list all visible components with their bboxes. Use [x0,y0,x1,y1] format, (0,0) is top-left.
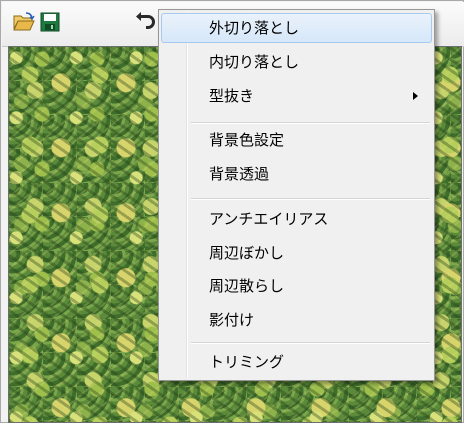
menu-item-label: 影付け [209,311,255,329]
menu-item-label: トリミング [209,353,285,371]
menu-item-trimming[interactable]: トリミング [161,347,432,377]
context-menu: 外切り落とし 内切り落とし 型抜き 背景色設定 背景透過 アンチエイリアス 周辺… [158,9,435,381]
menu-item-edge-scatter[interactable]: 周辺散らし [161,271,432,301]
menu-item-label: 型抜き [209,87,255,105]
menu-item-antialias[interactable]: アンチエイリアス [161,204,432,234]
menu-item-label: 周辺散らし [209,277,285,295]
undo-icon [136,12,155,29]
menu-item-outer-cut[interactable]: 外切り落とし [161,13,432,43]
menu-item-shape-cut[interactable]: 型抜き [161,81,432,111]
menu-item-drop-shadow[interactable]: 影付け [161,305,432,335]
menu-item-label: 背景色設定 [209,131,285,149]
menu-item-edge-blur[interactable]: 周辺ぼかし [161,238,432,268]
menu-item-background-color[interactable]: 背景色設定 [161,125,432,155]
menu-item-label: 内切り落とし [209,53,300,71]
save-button[interactable] [38,10,62,34]
menu-item-background-transparent[interactable]: 背景透過 [161,159,432,189]
menu-item-label: 周辺ぼかし [209,244,285,262]
menu-item-label: 背景透過 [209,165,270,183]
open-folder-icon [13,12,35,31]
menu-item-inner-cut[interactable]: 内切り落とし [161,47,432,77]
menu-item-label: 外切り落とし [209,19,300,37]
menu-separator [191,122,430,124]
submenu-arrow-icon [413,92,418,100]
menu-item-label: アンチエイリアス [209,210,329,228]
open-folder-button[interactable] [12,10,36,34]
menu-separator [191,198,430,200]
undo-button[interactable] [133,10,157,34]
menu-separator [191,342,430,344]
save-icon [40,12,60,32]
